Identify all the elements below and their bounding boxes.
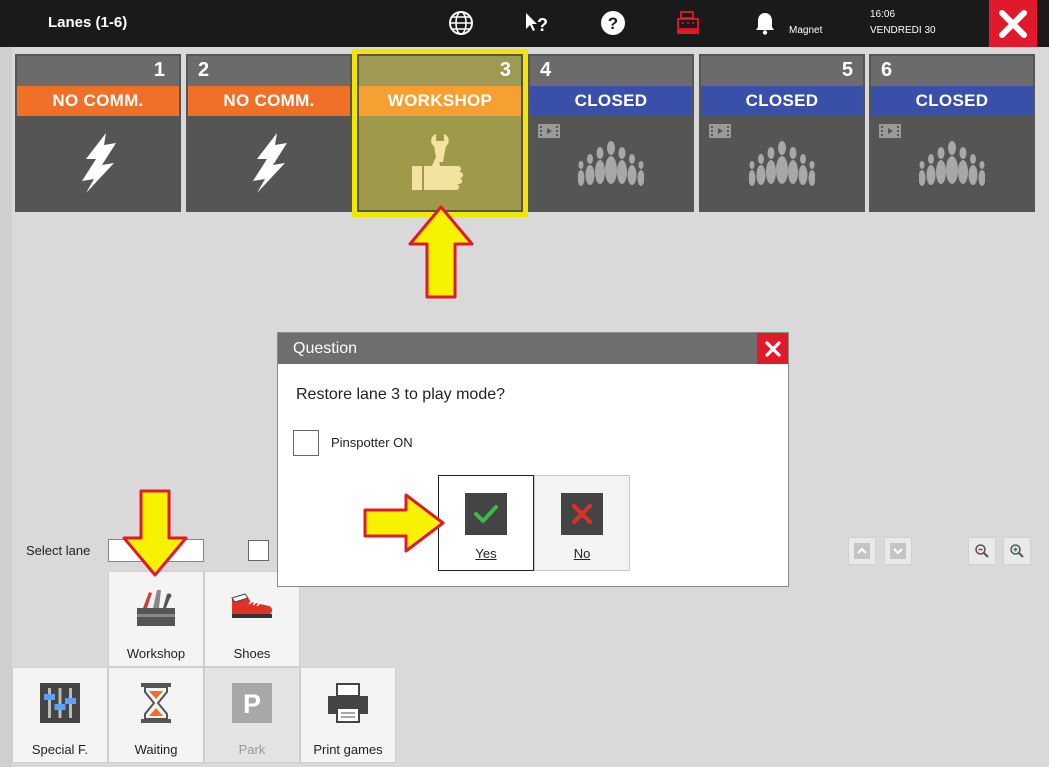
lane-number: 4 <box>540 59 552 81</box>
lane-tile-5[interactable]: 5 CLOSED <box>699 54 865 212</box>
scroll-down-button[interactable] <box>884 537 912 565</box>
pinspotter-label: Pinspotter ON <box>331 435 413 450</box>
video-icon <box>709 124 731 138</box>
dialog-close-button[interactable] <box>757 333 788 364</box>
lane-tile-3[interactable]: 3 WORKSHOP <box>352 49 528 217</box>
context-help-icon[interactable]: ? <box>522 8 552 38</box>
sliders-icon <box>40 683 80 723</box>
zoom-in-icon <box>1010 544 1024 558</box>
lightning-icon <box>253 133 287 193</box>
lane-tile-4[interactable]: 4 CLOSED <box>528 54 694 212</box>
zoom-out-button[interactable] <box>968 537 996 565</box>
bowling-pins-icon <box>749 141 815 186</box>
close-icon <box>999 9 1027 38</box>
top-bar: Lanes (1-6) ? ? Magnet 16:06 VENDREDI 30 <box>0 0 1049 47</box>
lane-number: 3 <box>499 59 511 81</box>
park-label: Park <box>238 742 266 757</box>
lane-status: CLOSED <box>701 86 863 116</box>
thumbs-up-wrench-icon <box>412 134 463 190</box>
help-icon[interactable]: ? <box>598 8 628 38</box>
workshop-label: Workshop <box>126 646 186 661</box>
pinspotter-checkbox[interactable] <box>293 430 319 456</box>
select-lane-label: Select lane <box>26 543 91 558</box>
waiting-label: Waiting <box>134 742 178 757</box>
checkmark-icon <box>474 505 498 523</box>
chevron-down-icon <box>890 543 906 559</box>
lane-number: 2 <box>198 59 210 81</box>
no-button[interactable]: No <box>534 475 630 571</box>
window-title: Lanes (1-6) <box>48 14 128 31</box>
svg-text:?: ? <box>537 15 548 35</box>
lane-tile-1[interactable]: 1 NO COMM. <box>15 54 181 212</box>
lane-number: 1 <box>153 59 165 81</box>
yes-button[interactable]: Yes <box>438 475 534 571</box>
shoes-label: Shoes <box>233 646 271 661</box>
special-functions-label: Special F. <box>31 742 89 757</box>
print-games-button[interactable]: Print games <box>300 667 396 763</box>
left-strip <box>0 47 12 767</box>
lightning-icon <box>82 133 116 193</box>
zoom-out-icon <box>975 544 989 558</box>
svg-text:?: ? <box>608 14 618 33</box>
special-functions-button[interactable]: Special F. <box>12 667 108 763</box>
annotation-arrow-right <box>363 493 445 553</box>
zoom-in-button[interactable] <box>1003 537 1031 565</box>
close-icon <box>764 340 781 357</box>
lane-number: 6 <box>881 59 893 81</box>
park-button[interactable]: P Park <box>204 667 300 763</box>
bowling-pins-icon <box>578 141 644 186</box>
annotation-arrow-up <box>408 205 474 299</box>
dialog-question: Restore lane 3 to play mode? <box>296 386 506 403</box>
workshop-button[interactable]: Workshop <box>108 571 204 667</box>
svg-text:P: P <box>243 689 261 719</box>
lane-status: CLOSED <box>530 86 692 116</box>
annotation-arrow-down <box>122 489 188 577</box>
yes-label: Yes <box>475 546 497 561</box>
question-dialog: Question Restore lane 3 to play mode? Pi… <box>277 332 789 587</box>
bowling-shoe-icon <box>231 593 272 618</box>
lane-status: WORKSHOP <box>359 86 521 116</box>
print-games-label: Print games <box>313 742 383 757</box>
video-icon <box>538 124 560 138</box>
user-name: Magnet <box>789 25 823 36</box>
toolbox-icon <box>137 590 175 626</box>
printer-icon <box>328 683 368 723</box>
clock-date: VENDREDI 30 <box>870 25 936 36</box>
chevron-up-icon <box>854 543 870 559</box>
lane-status: NO COMM. <box>17 86 179 116</box>
hourglass-icon <box>141 683 171 723</box>
globe-icon[interactable] <box>446 8 476 38</box>
parking-icon: P <box>232 683 272 723</box>
clock-time: 16:06 <box>870 9 896 20</box>
dialog-title: Question <box>293 340 358 357</box>
cross-icon <box>572 504 592 524</box>
cash-register-icon[interactable] <box>673 8 703 38</box>
lane-tile-6[interactable]: 6 CLOSED <box>869 54 1035 212</box>
lane-status: NO COMM. <box>188 86 350 116</box>
close-window-button[interactable] <box>989 0 1037 47</box>
scroll-up-button[interactable] <box>848 537 876 565</box>
select-lane-checkbox[interactable] <box>248 540 269 561</box>
lane-number: 5 <box>841 59 853 81</box>
lane-status: CLOSED <box>871 86 1033 116</box>
bell-icon[interactable] <box>750 8 780 38</box>
bowling-pins-icon <box>919 141 985 186</box>
waiting-button[interactable]: Waiting <box>108 667 204 763</box>
no-label: No <box>573 546 591 561</box>
video-icon <box>879 124 901 138</box>
lane-tile-2[interactable]: 2 NO COMM. <box>186 54 352 212</box>
